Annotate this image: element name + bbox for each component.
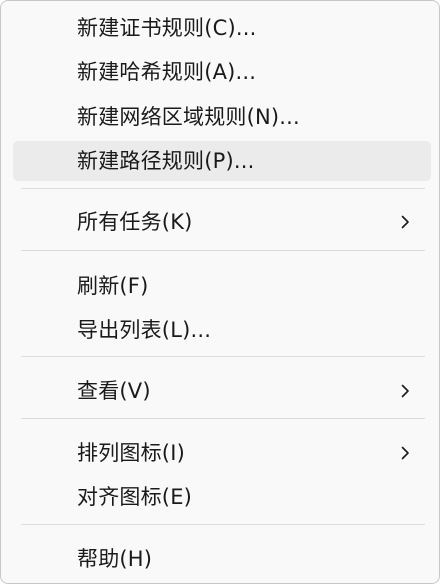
context-menu: 新建证书规则(C)... 新建哈希规则(A)... 新建网络区域规则(N)...… [0, 0, 440, 584]
menu-separator [21, 418, 425, 419]
menu-item-new-network-zone-rule[interactable]: 新建网络区域规则(N)... [13, 97, 431, 137]
menu-item-view[interactable]: 查看(V) [13, 371, 431, 411]
menu-item-refresh[interactable]: 刷新(F) [13, 266, 431, 306]
menu-item-export-list[interactable]: 导出列表(L)... [13, 310, 431, 350]
menu-item-arrange-icons[interactable]: 排列图标(I) [13, 433, 431, 473]
menu-item-align-icons[interactable]: 对齐图标(E) [13, 477, 431, 517]
menu-item-label: 导出列表(L)... [77, 318, 212, 342]
menu-item-label: 查看(V) [77, 379, 151, 403]
menu-item-new-hash-rule[interactable]: 新建哈希规则(A)... [13, 52, 431, 92]
menu-separator [21, 250, 425, 251]
menu-item-help[interactable]: 帮助(H) [13, 539, 431, 579]
menu-item-label: 所有任务(K) [77, 210, 193, 234]
menu-item-new-path-rule[interactable]: 新建路径规则(P)... [13, 141, 431, 181]
menu-item-label: 新建网络区域规则(N)... [77, 105, 300, 129]
menu-item-all-tasks[interactable]: 所有任务(K) [13, 202, 431, 242]
chevron-right-icon [401, 215, 409, 229]
menu-item-label: 帮助(H) [77, 547, 153, 571]
menu-item-label: 排列图标(I) [77, 441, 185, 465]
chevron-right-icon [401, 384, 409, 398]
menu-item-label: 新建哈希规则(A)... [77, 60, 257, 84]
menu-separator [21, 524, 425, 525]
menu-item-label: 新建证书规则(C)... [77, 16, 257, 40]
menu-item-new-certificate-rule[interactable]: 新建证书规则(C)... [13, 8, 431, 48]
chevron-right-icon [401, 446, 409, 460]
menu-item-label: 对齐图标(E) [77, 485, 193, 509]
menu-separator [21, 356, 425, 357]
menu-separator [21, 188, 425, 189]
menu-item-label: 刷新(F) [77, 274, 149, 298]
menu-item-label: 新建路径规则(P)... [77, 149, 255, 173]
